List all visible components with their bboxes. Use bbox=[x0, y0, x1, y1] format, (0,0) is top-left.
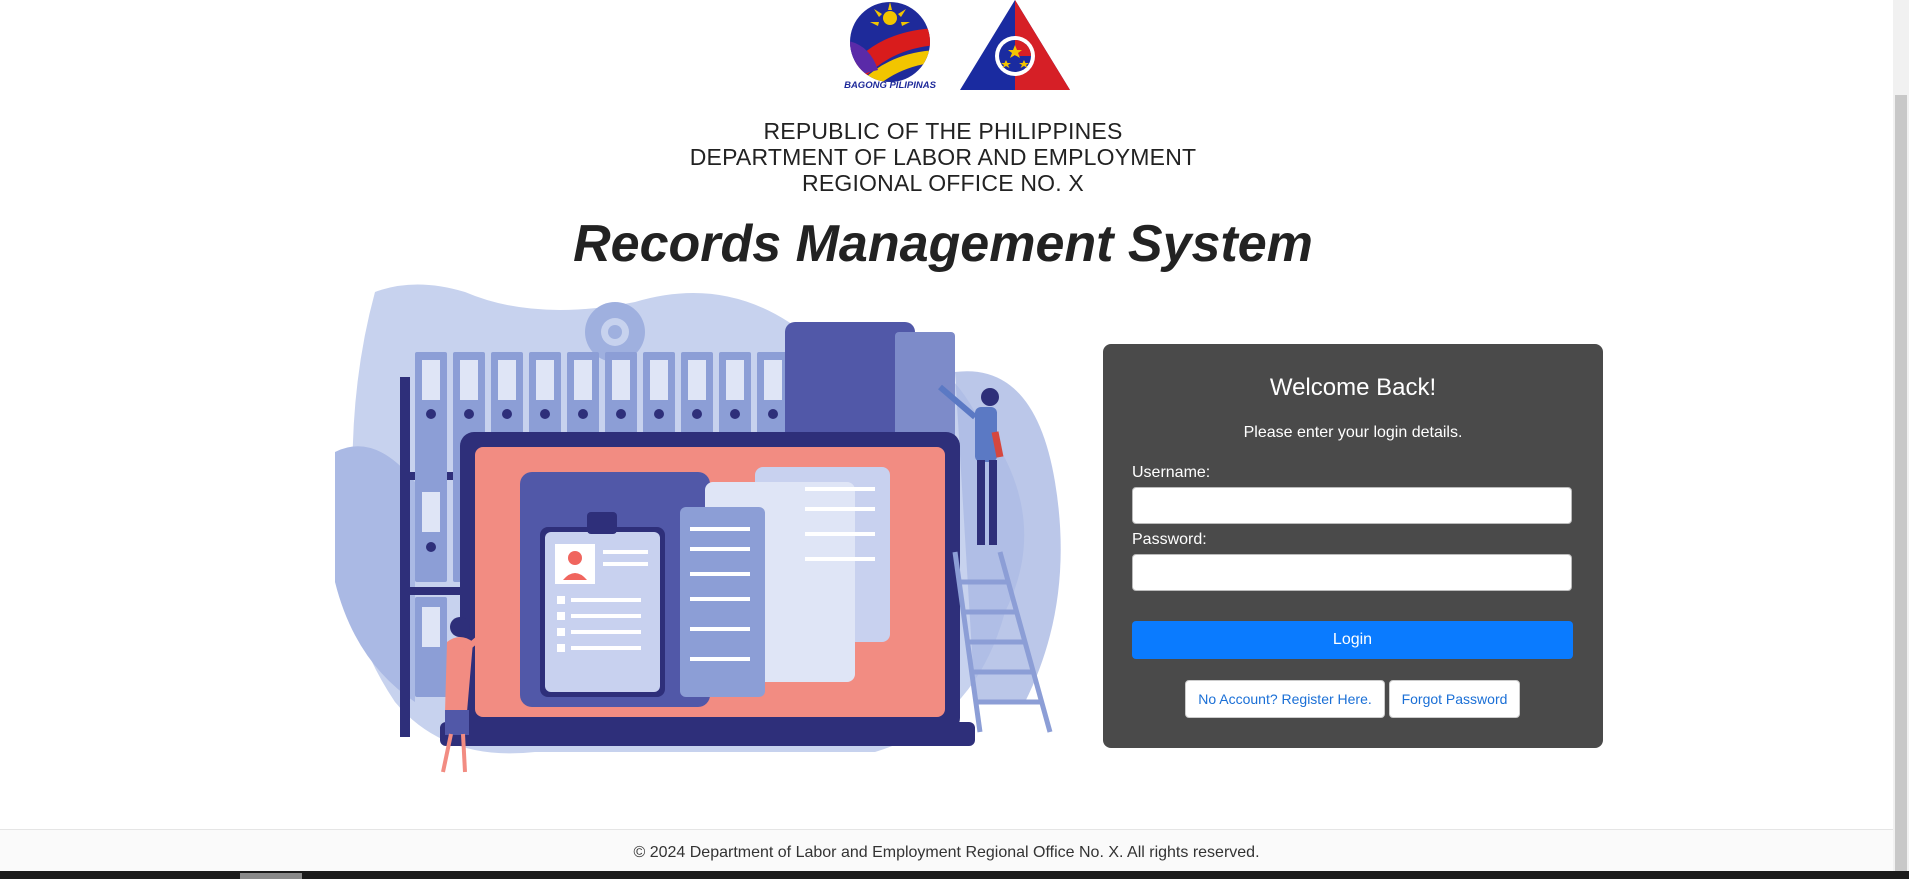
header-logos: BAGONG PILIPINAS bbox=[0, 0, 1893, 95]
horizontal-scrollbar-thumb[interactable] bbox=[240, 873, 302, 879]
page-title: Records Management System bbox=[573, 215, 1313, 273]
dole-logo bbox=[960, 0, 1070, 90]
agency-header: REPUBLIC OF THE PHILIPPINES DEPARTMENT O… bbox=[0, 118, 1886, 196]
bagong-pilipinas-logo: BAGONG PILIPINAS bbox=[844, 2, 937, 91]
login-button[interactable]: Login bbox=[1132, 621, 1573, 659]
footer: © 2024 Department of Labor and Employmen… bbox=[0, 829, 1893, 872]
header-line-regional-office: REGIONAL OFFICE NO. X bbox=[802, 170, 1084, 196]
forgot-password-link[interactable]: Forgot Password bbox=[1389, 680, 1520, 718]
password-label: Password: bbox=[1132, 531, 1207, 548]
login-subtitle: Please enter your login details. bbox=[1243, 424, 1463, 441]
records-management-illustration bbox=[335, 284, 1061, 773]
register-link[interactable]: No Account? Register Here. bbox=[1185, 680, 1385, 718]
username-input[interactable] bbox=[1132, 487, 1572, 524]
username-label: Username: bbox=[1132, 464, 1211, 481]
login-page: BAGONG PILIPINAS REPUBLIC OF THE PHILIPP… bbox=[0, 0, 1893, 879]
header-line-department: DEPARTMENT OF LABOR AND EMPLOYMENT bbox=[689, 144, 1197, 170]
bagong-pilipinas-text: BAGONG PILIPINAS bbox=[844, 80, 937, 91]
header-line-republic: REPUBLIC OF THE PHILIPPINES bbox=[763, 118, 1123, 144]
horizontal-scrollbar[interactable] bbox=[0, 871, 1909, 879]
welcome-heading: Welcome Back! bbox=[1269, 374, 1437, 401]
vertical-scrollbar[interactable] bbox=[1893, 0, 1909, 871]
footer-copyright: © 2024 Department of Labor and Employmen… bbox=[633, 844, 1260, 861]
scrollbar-thumb[interactable] bbox=[1895, 95, 1907, 871]
login-card: Welcome Back! Please enter your login de… bbox=[1103, 344, 1603, 748]
password-input[interactable] bbox=[1132, 554, 1572, 591]
